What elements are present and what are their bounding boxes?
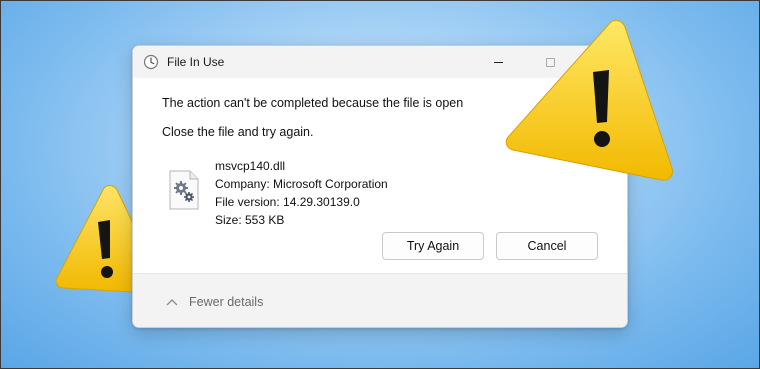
dialog-title: File In Use	[167, 55, 225, 69]
clock-icon	[143, 54, 159, 70]
cancel-button[interactable]: Cancel	[496, 232, 598, 260]
warning-triangle-icon	[505, 19, 673, 181]
chevron-up-icon[interactable]	[166, 298, 178, 306]
error-message: The action can't be completed because th…	[162, 96, 464, 110]
dialog-footer: Fewer details	[133, 273, 627, 327]
file-version: File version: 14.29.30139.0	[215, 195, 360, 209]
instruction-text: Close the file and try again.	[162, 125, 314, 139]
file-company: Company: Microsoft Corporation	[215, 177, 388, 191]
fewer-details-toggle[interactable]: Fewer details	[189, 295, 263, 309]
file-size: Size: 553 KB	[215, 213, 285, 227]
gear-file-icon	[169, 170, 199, 210]
file-name: msvcp140.dll	[215, 159, 286, 173]
minimize-icon	[493, 61, 503, 63]
file-details: msvcp140.dll Company: Microsoft Corporat…	[215, 157, 388, 229]
try-again-button[interactable]: Try Again	[382, 232, 484, 260]
